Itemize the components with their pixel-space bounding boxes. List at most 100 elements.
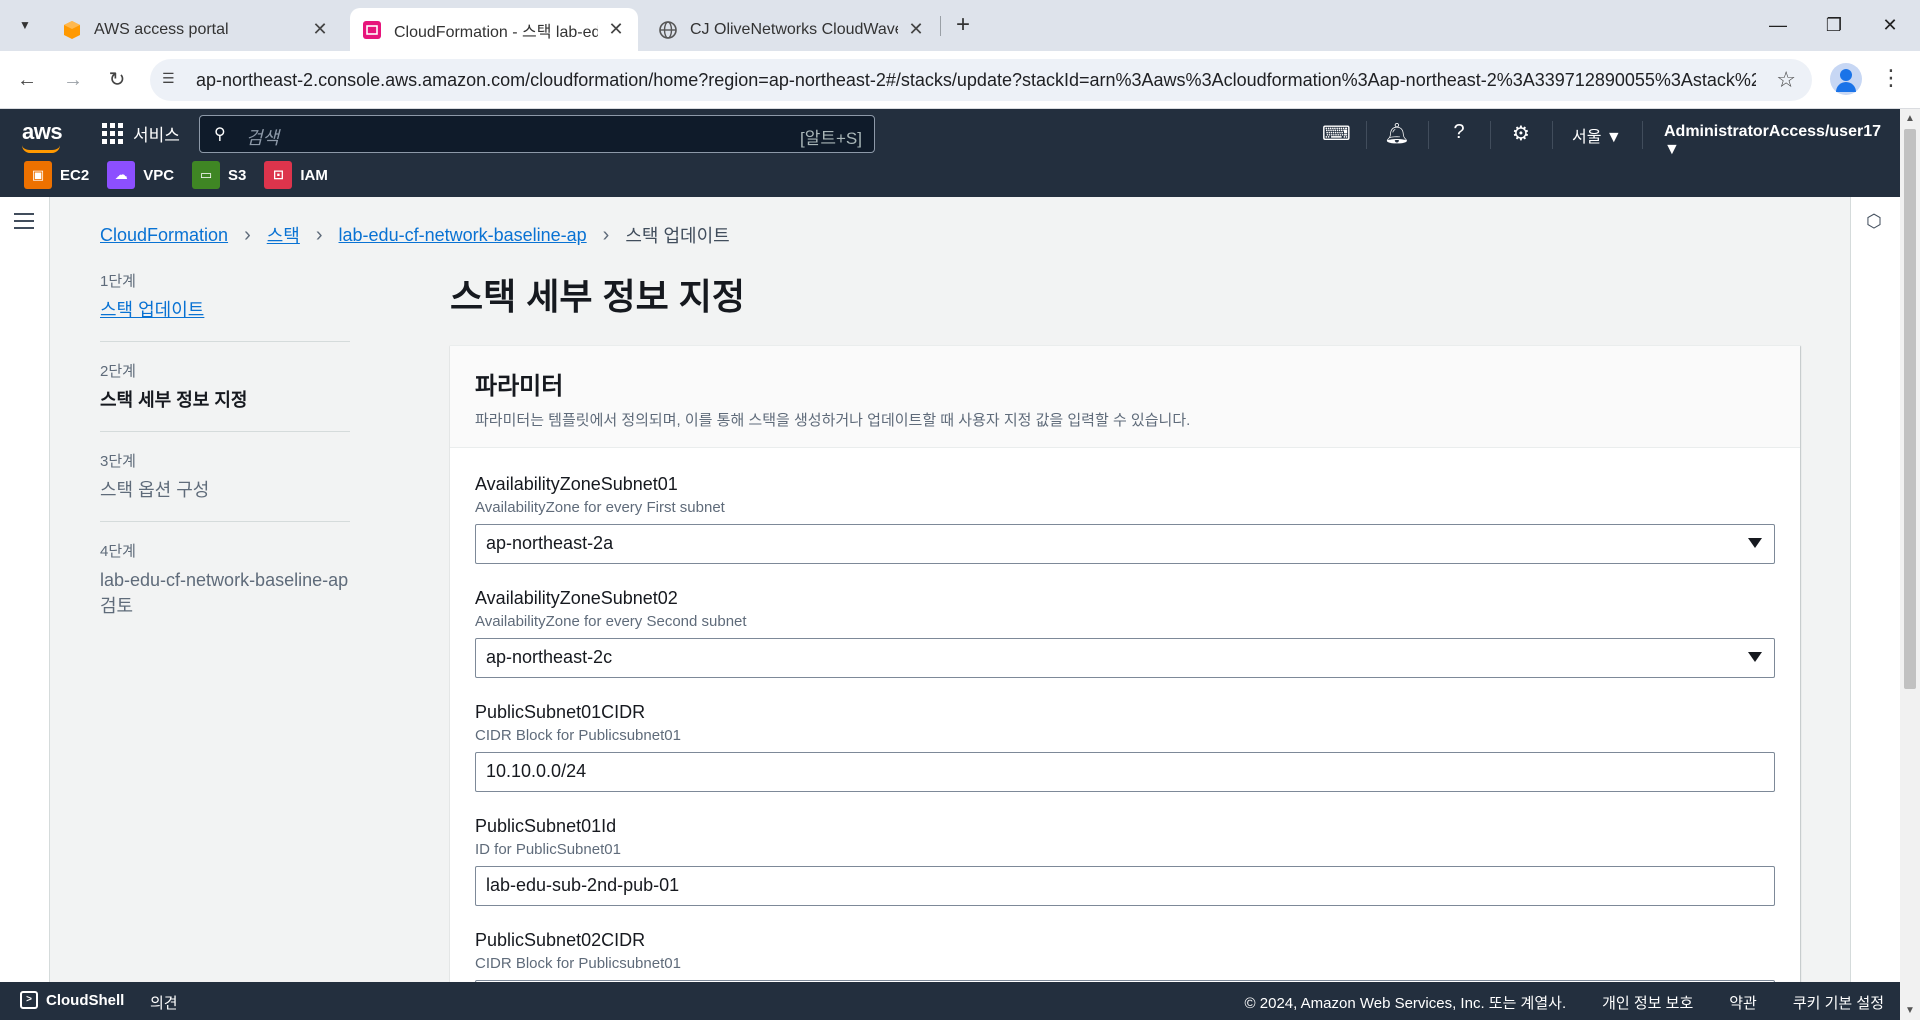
wizard-steps: 1단계 스택 업데이트 2단계 스택 세부 정보 지정 3단계 스택 옵션 구성… (100, 270, 350, 655)
cloudformation-icon (363, 20, 381, 39)
step-number: 1단계 (100, 273, 136, 290)
page-title: 스택 세부 정보 지정 (450, 276, 745, 317)
address-bar[interactable]: ☰ ap-northeast-2.console.aws.amazon.com/… (150, 59, 1812, 101)
side-nav-rail (0, 197, 50, 982)
az-subnet02-select[interactable]: ap-northeast-2c (475, 638, 1775, 678)
privacy-link[interactable]: 개인 정보 보호 (1602, 992, 1693, 1013)
favorite-vpc[interactable]: ☁ VPC (107, 161, 174, 189)
panel-description: 파라미터는 템플릿에서 정의되며, 이를 통해 스택을 생성하거나 업데이트할 … (475, 412, 1191, 429)
forward-arrow-icon[interactable]: → (56, 63, 90, 97)
page-scrollbar[interactable]: ▲ ▼ (1900, 109, 1920, 1020)
s3-bucket-icon: ▭ (192, 161, 221, 189)
header-divider (1642, 121, 1643, 149)
wizard-step-2: 2단계 스택 세부 정보 지정 (100, 360, 350, 432)
wizard-step-3: 3단계 스택 옵션 구성 (100, 450, 350, 522)
feedback-link[interactable]: 의견 (150, 992, 178, 1013)
tab-title: CloudFormation - 스택 lab-edu-cf-network-b… (394, 23, 598, 41)
services-menu-button[interactable]: 서비스 (102, 121, 180, 146)
browser-menu-icon[interactable]: ⋮ (1880, 65, 1902, 91)
parameter-field: AvailabilityZoneSubnet02 AvailabilityZon… (475, 588, 1775, 678)
step-label: 스택 옵션 구성 (100, 480, 210, 500)
gear-icon[interactable]: ⚙ (1508, 121, 1534, 146)
search-input[interactable]: ⚲ 검색 [알트+S] (199, 115, 875, 153)
close-tab-icon[interactable]: ✕ (906, 19, 926, 40)
header-divider (1366, 121, 1367, 149)
parameters-panel: 파라미터 파라미터는 템플릿에서 정의되며, 이를 통해 스택을 생성하거나 업… (450, 345, 1800, 985)
parameter-name: PublicSubnet02CIDR (475, 930, 646, 950)
hamburger-menu-icon[interactable] (14, 213, 34, 234)
parameter-field: PublicSubnet02CIDR CIDR Block for Public… (475, 930, 1775, 985)
parameter-fields: AvailabilityZoneSubnet01 AvailabilityZon… (450, 448, 1800, 985)
region-selector[interactable]: 서울 ▼ (1572, 123, 1622, 147)
public-subnet01-id-input[interactable]: lab-edu-sub-2nd-pub-01 (475, 866, 1775, 906)
favorite-ec2[interactable]: ▣ EC2 (24, 161, 89, 189)
reload-icon[interactable]: ↻ (100, 63, 134, 97)
tools-rail: ⬡ (1850, 197, 1900, 982)
step-label: lab-edu-cf-network-baseline-ap 검토 (100, 570, 349, 616)
aws-logo[interactable]: aws (22, 119, 63, 153)
tab-search-button[interactable]: ▼ (8, 10, 42, 40)
parameter-name: AvailabilityZoneSubnet02 (475, 588, 678, 608)
step-number: 4단계 (100, 543, 136, 560)
chevron-right-icon: › (244, 223, 251, 246)
close-window-icon[interactable]: ✕ (1870, 10, 1910, 40)
scrollbar-thumb[interactable] (1904, 129, 1916, 689)
input-value: lab-edu-sub-2nd-pub-01 (486, 875, 680, 895)
tab-title: AWS access portal (94, 20, 229, 38)
parameter-description: AvailabilityZone for every First subnet (475, 499, 725, 516)
step-number: 2단계 (100, 363, 136, 380)
close-tab-icon[interactable]: ✕ (310, 19, 330, 40)
breadcrumb-cloudformation[interactable]: CloudFormation (100, 225, 228, 246)
browser-tab-cloudformation[interactable]: CloudFormation - 스택 lab-edu-cf-network-b… (350, 8, 638, 51)
step-number: 3단계 (100, 453, 136, 470)
scroll-up-arrow-icon[interactable]: ▲ (1905, 113, 1915, 124)
cookie-preferences-link[interactable]: 쿠키 기본 설정 (1793, 992, 1884, 1013)
grid-icon (102, 123, 123, 144)
bell-icon[interactable]: 🔔︎ (1384, 121, 1410, 146)
search-placeholder: 검색 (246, 128, 280, 148)
account-menu[interactable]: AdministratorAccess/user17 ▼ (1664, 123, 1900, 159)
az-subnet01-select[interactable]: ap-northeast-2a (475, 524, 1775, 564)
site-info-icon[interactable]: ☰ (162, 70, 182, 90)
parameter-description: AvailabilityZone for every Second subnet (475, 613, 747, 630)
caret-down-icon (1748, 652, 1762, 662)
url-text[interactable]: ap-northeast-2.console.aws.amazon.com/cl… (196, 70, 1756, 91)
wizard-step-4: 4단계 lab-edu-cf-network-baseline-ap 검토 (100, 540, 350, 637)
header-divider (1552, 121, 1553, 149)
tab-separator (940, 16, 941, 36)
bookmark-star-icon[interactable]: ☆ (1776, 67, 1796, 93)
parameter-description: ID for PublicSubnet01 (475, 841, 621, 858)
breadcrumb-stack-name[interactable]: lab-edu-cf-network-baseline-ap (339, 225, 587, 246)
header-divider (1428, 121, 1429, 149)
vpc-icon: ☁ (107, 161, 136, 189)
panel-title: 파라미터 (475, 373, 564, 400)
footer-links: © 2024, Amazon Web Services, Inc. 또는 계열사… (1209, 992, 1884, 1013)
minimize-icon[interactable]: — (1758, 10, 1798, 40)
parameter-field: PublicSubnet01CIDR CIDR Block for Public… (475, 702, 1775, 792)
back-arrow-icon[interactable]: ← (10, 63, 44, 97)
info-panel-icon[interactable]: ⬡ (1866, 211, 1882, 232)
favorite-iam[interactable]: ⊡ IAM (264, 161, 328, 189)
new-tab-button[interactable]: + (948, 10, 978, 40)
restore-icon[interactable]: ❐ (1814, 10, 1854, 40)
aws-top-nav: aws 서비스 ⚲ 검색 [알트+S] ⌨ 🔔︎ ? ⚙ 서울 ▼ Admini… (0, 109, 1900, 197)
favorite-s3[interactable]: ▭ S3 (192, 161, 246, 189)
public-subnet01-cidr-input[interactable]: 10.10.0.0/24 (475, 752, 1775, 792)
close-tab-icon[interactable]: ✕ (606, 19, 626, 40)
step-label-current: 스택 세부 정보 지정 (100, 390, 248, 410)
cloudshell-icon[interactable]: ⌨ (1322, 121, 1351, 146)
browser-tab-strip: ▼ AWS access portal ✕ CloudFormation - 스… (0, 0, 1920, 51)
browser-tab-olivenetworks[interactable]: CJ OliveNetworks CloudWave ✕ (646, 8, 938, 51)
cloudshell-button[interactable]: > CloudShell (20, 991, 124, 1009)
parameter-field: PublicSubnet01Id ID for PublicSubnet01 l… (475, 816, 1775, 906)
parameter-name: PublicSubnet01CIDR (475, 702, 646, 722)
terms-link[interactable]: 약관 (1729, 992, 1757, 1013)
breadcrumb-stacks[interactable]: 스택 (267, 222, 300, 248)
profile-avatar-icon[interactable] (1830, 63, 1862, 95)
step-link-update-stack[interactable]: 스택 업데이트 (100, 297, 350, 323)
ec2-icon: ▣ (24, 161, 52, 189)
browser-tab-aws-portal[interactable]: AWS access portal ✕ (50, 8, 342, 51)
help-icon[interactable]: ? (1446, 121, 1472, 144)
input-value: 10.10.0.0/24 (486, 761, 587, 781)
scroll-down-arrow-icon[interactable]: ▼ (1905, 1005, 1915, 1016)
